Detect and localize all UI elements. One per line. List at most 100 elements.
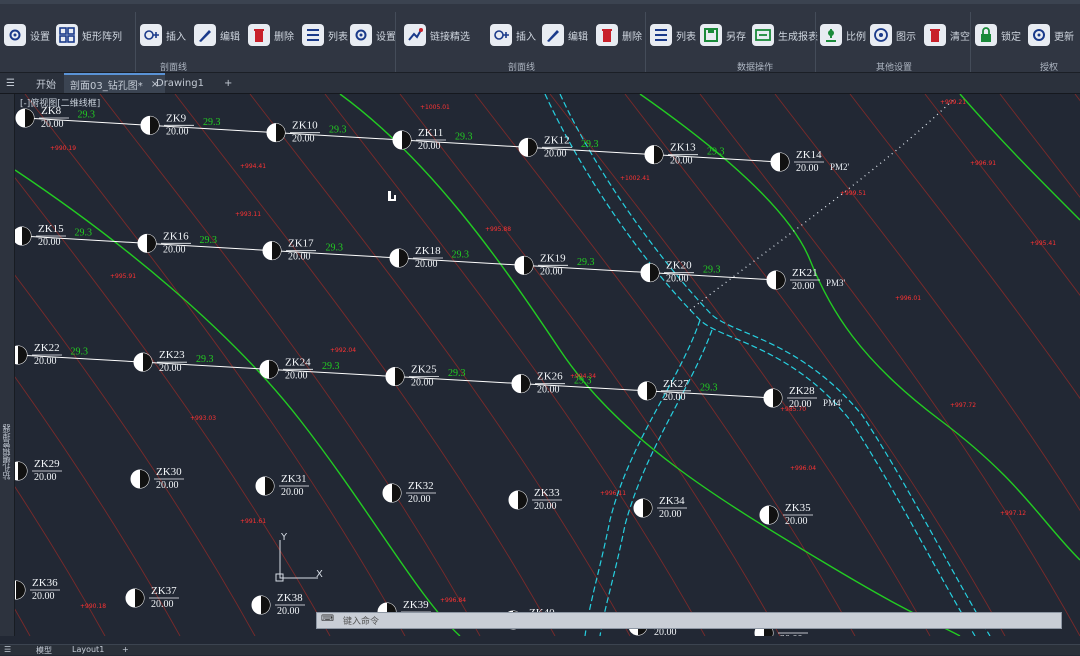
ribbon-button-12[interactable]: 另存	[700, 18, 746, 52]
edit-icon	[194, 24, 216, 46]
borehole-id: ZK33	[534, 487, 560, 499]
ribbon-separator	[135, 12, 136, 72]
spacing-label: 29.3	[326, 242, 344, 253]
borehole-id: ZK25	[411, 364, 437, 376]
ribbon-button-6[interactable]: 设置	[350, 18, 396, 52]
borehole-depth: 20.00	[780, 634, 803, 636]
ribbon-button-10[interactable]: 删除	[596, 18, 642, 52]
elevation-label: +997.72	[950, 402, 976, 409]
ribbon-button-label: 比例	[846, 31, 866, 43]
ribbon-button-9[interactable]: 编辑	[542, 18, 588, 52]
ribbon-button-label: 另存	[726, 31, 746, 43]
ribbon-button-label: 列表	[676, 31, 696, 43]
spacing-label: 29.3	[455, 132, 473, 143]
borehole-id: ZK17	[288, 238, 314, 250]
ribbon-button-7[interactable]: 链接精选	[404, 18, 470, 52]
ribbon-button-8[interactable]: 插入	[490, 18, 536, 52]
borehole-depth: 20.00	[418, 141, 441, 152]
elevation-label: +997.12	[1000, 510, 1026, 517]
borehole-id: ZK39	[403, 599, 429, 611]
command-line[interactable]: ⌨ 键入命令	[316, 612, 1062, 629]
scale-icon	[820, 24, 842, 46]
add-layout-button[interactable]: +	[122, 645, 129, 654]
borehole-depth: 20.00	[166, 126, 189, 137]
spacing-label: 29.3	[574, 375, 592, 386]
ribbon-button-17[interactable]: 锁定	[975, 18, 1021, 52]
ribbon-button-label: 插入	[166, 31, 186, 43]
spacing-label: 29.3	[200, 235, 218, 246]
ribbon-button-label: 设置	[376, 31, 396, 43]
save-icon	[700, 24, 722, 46]
borehole-id: ZK15	[38, 223, 64, 235]
borehole-id: ZK28	[789, 385, 815, 397]
ribbon-button-13[interactable]: 生成报表	[752, 18, 818, 52]
ribbon-button-label: 删除	[274, 31, 294, 43]
ribbon-separator	[970, 12, 971, 72]
tab-label: 剖面03_钻孔图*	[70, 80, 143, 92]
ribbon-button-18[interactable]: 更新	[1028, 18, 1074, 52]
borehole-id: ZK13	[670, 142, 696, 154]
spacing-label: 29.3	[203, 117, 221, 128]
ribbon-button-5[interactable]: 列表	[302, 18, 348, 52]
borehole-id: ZK29	[34, 458, 60, 470]
ribbon-button-1[interactable]: 矩形阵列	[56, 18, 122, 52]
ribbon-button-14[interactable]: 比例	[820, 18, 866, 52]
ribbon-button-16[interactable]: 清空	[924, 18, 970, 52]
ribbon-group-label: 其他设置	[876, 63, 913, 73]
borehole-depth: 20.00	[659, 509, 682, 520]
gear-icon	[4, 24, 26, 46]
insert-icon	[490, 24, 512, 46]
elevation-label: +995.88	[485, 226, 511, 233]
ribbon-button-label: 编辑	[220, 31, 240, 43]
new-tab-button[interactable]: +	[218, 75, 238, 91]
tab-start[interactable]: 开始	[30, 75, 62, 91]
borehole-id: ZK10	[292, 120, 318, 132]
borehole-depth: 20.00	[288, 252, 311, 263]
ribbon-button-11[interactable]: 列表	[650, 18, 696, 52]
borehole-id: ZK18	[415, 245, 441, 257]
ribbon-button-0[interactable]: 设置	[4, 18, 50, 52]
menu-icon[interactable]: ☰	[0, 75, 26, 91]
left-panel-tab[interactable]: 钻孔编辑管理器	[0, 94, 15, 636]
elevation-label: +1002.41	[620, 175, 650, 182]
edit-icon	[542, 24, 564, 46]
ribbon-toolbar: 设置 矩形阵列 插入 编辑 删除 列表 设置 链接精选 插入 编辑 删除 列表 另存 生成报表 比例 图示 清空…	[0, 4, 1080, 73]
delete-icon	[248, 24, 270, 46]
status-bar: ☰ 模型 Layout1 +	[0, 644, 1080, 655]
spacing-label: 29.3	[448, 368, 466, 379]
borehole-depth: 20.00	[163, 244, 186, 255]
tab-layout1[interactable]: Layout1	[72, 645, 104, 654]
command-input[interactable]: 键入命令	[343, 614, 379, 627]
ribbon-button-label: 列表	[328, 31, 348, 43]
elevation-label: +992.04	[330, 347, 356, 354]
viewport-label[interactable]: [-]俯视图[二维线框]	[20, 96, 100, 109]
borehole-depth: 20.00	[285, 370, 308, 381]
ribbon-button-label: 编辑	[568, 31, 588, 43]
elevation-label: +993.03	[190, 415, 216, 422]
ribbon-button-label: 图示	[896, 31, 916, 43]
ribbon-separator	[645, 12, 646, 72]
menu-icon[interactable]: ☰	[4, 645, 11, 654]
ribbon-button-3[interactable]: 编辑	[194, 18, 240, 52]
ribbon-button-15[interactable]: 图示	[870, 18, 916, 52]
borehole-depth: 20.00	[156, 480, 179, 491]
ribbon-button-4[interactable]: 删除	[248, 18, 294, 52]
ribbon-button-label: 清空	[950, 31, 970, 43]
borehole-depth: 20.00	[32, 591, 55, 602]
borehole-id: ZK27	[663, 378, 689, 390]
spacing-label: 29.3	[78, 110, 96, 121]
profile-label: PM4'	[823, 398, 843, 408]
borehole-depth: 20.00	[796, 163, 819, 174]
borehole-depth: 20.00	[159, 363, 182, 374]
elevation-label: +999.21	[940, 99, 966, 106]
tab-model[interactable]: 模型	[36, 645, 52, 656]
elevation-label: +996.91	[970, 160, 996, 167]
profile-label: PM3'	[826, 278, 846, 288]
drawing-canvas[interactable]: +1005.01 +990.19 +994.41 +1002.41 +993.11 +99…	[15, 94, 1080, 636]
ribbon-button-2[interactable]: 插入	[140, 18, 186, 52]
tab-drawing1[interactable]: Drawing1	[150, 75, 210, 91]
borehole-depth: 20.00	[41, 119, 64, 130]
cad-drawing[interactable]: +1005.01 +990.19 +994.41 +1002.41 +993.11 +99…	[15, 94, 1080, 636]
ribbon-separator	[395, 12, 396, 72]
borehole-depth: 20.00	[408, 494, 431, 505]
